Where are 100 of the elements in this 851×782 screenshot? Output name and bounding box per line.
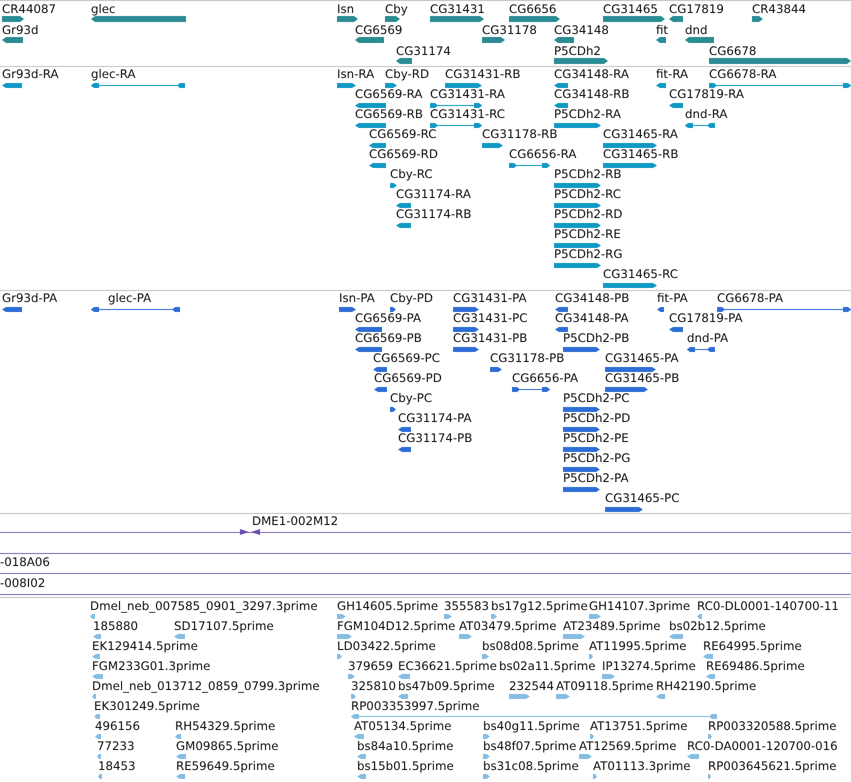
feature-label: 325810: [351, 680, 396, 693]
feature-label: P5CDh2-PE: [563, 432, 629, 445]
feature-label: CG17819-PA: [669, 312, 743, 325]
feature-label: bs02b12.5prime: [669, 620, 766, 633]
feature-label: CG31465-PA: [605, 352, 679, 365]
feature-label: RH42190.5prime: [656, 680, 756, 693]
feature-label: CG31431-PC: [453, 312, 528, 325]
feature-label: CG17819: [669, 3, 724, 16]
feature-label: glec-RA: [91, 68, 136, 81]
feature-label: CG31431-RC: [430, 108, 506, 121]
feature-label: GH14107.3prime: [589, 600, 690, 613]
feature-label: CG6656-RA: [509, 148, 576, 161]
feature-label: RC0-DL0001-140700-11: [697, 600, 839, 613]
feature-label: RE59649.5prime: [176, 760, 275, 773]
feature-label: CG31431-RB: [445, 68, 520, 81]
feature-label: RE64995.5prime: [703, 640, 802, 653]
feature-label: AT11995.5prime: [589, 640, 687, 653]
feature-label: AT03479.5prime: [459, 620, 557, 633]
feature-label: 185880: [93, 620, 138, 633]
feature-label: AT12569.5prime: [579, 740, 677, 753]
feature-label: P5CDh2-PC: [563, 392, 630, 405]
feature-label: Cby-PC: [390, 392, 432, 405]
feature-label: P5CDh2-PA: [563, 472, 629, 485]
feature-label: CR44087: [2, 3, 56, 16]
feature-label: Gr93d-RA: [2, 68, 59, 81]
feature-label: 18453: [98, 760, 136, 773]
feature-label: CG6569-RD: [369, 148, 438, 161]
feature-label: Isn: [337, 3, 354, 16]
feature-label: RP003645621.5prime: [708, 760, 836, 773]
feature-label: AT09118.5prime: [556, 680, 654, 693]
feature-label: bs40g11.5prime: [483, 720, 580, 733]
feature-label: RC0-DA0001-120700-016: [687, 740, 838, 753]
feature-label: CG31465-RB: [603, 148, 678, 161]
feature-label: LD03422.5prime: [337, 640, 436, 653]
feature-label: IP13274.5prime: [602, 660, 696, 673]
feature-label: bs48f07.5prime: [483, 740, 576, 753]
feature-label: EK301249.5prime: [94, 700, 200, 713]
feature-label: AT05134.5prime: [354, 720, 452, 733]
feature-label: -018A06: [0, 556, 50, 569]
feature-label: fit-PA: [657, 292, 688, 305]
feature-label: CG6569-RC: [369, 128, 437, 141]
feature-label: P5CDh2-RD: [554, 208, 622, 221]
feature-label: dnd-PA: [687, 332, 728, 345]
feature-label: glec-PA: [108, 292, 152, 305]
feature-label: fit: [656, 24, 668, 37]
feature-label: CR43844: [752, 3, 806, 16]
feature-label: -008I02: [0, 577, 46, 590]
feature-label: DME1-002M12: [252, 515, 338, 528]
feature-label: 77233: [97, 740, 135, 753]
feature-label: bs08d08.5prime: [482, 640, 579, 653]
feature-label: bs47b09.5prime: [398, 680, 495, 693]
feature-label: CG31174-PB: [398, 432, 472, 445]
feature-label: CG31174-RA: [396, 188, 471, 201]
feature-label: fit-RA: [656, 68, 688, 81]
feature-label: CG6569-RB: [355, 108, 423, 121]
feature-label: bs31c08.5prime: [483, 760, 579, 773]
feature-label: CG34148: [554, 24, 609, 37]
feature-label: dnd-RA: [685, 108, 728, 121]
feature-label: 355583: [444, 600, 490, 613]
feature-label: SD17107.5prime: [174, 620, 274, 633]
clone-marker: [240, 529, 260, 535]
feature-label: dnd: [685, 24, 708, 37]
feature-label: CG34148-RA: [554, 68, 629, 81]
feature-label: Cby-RC: [390, 168, 433, 181]
feature-label: AT13751.5prime: [590, 720, 688, 733]
feature-label: RP003320588.5prime: [708, 720, 836, 733]
feature-label: GH14605.5prime: [337, 600, 438, 613]
feature-label: AT01113.3prime: [593, 760, 691, 773]
feature-label: CG6569-PD: [374, 372, 442, 385]
feature-label: CG31431: [430, 3, 485, 16]
feature-label: CG31178: [482, 24, 537, 37]
feature-label: CG6569-PA: [355, 312, 422, 325]
feature-label: CG31174-PA: [398, 412, 472, 425]
feature-label: Isn-PA: [339, 292, 375, 305]
feature-label: P5CDh2-RG: [554, 248, 623, 261]
feature-label: CG17819-RA: [669, 88, 744, 101]
feature-label: FGM233G01.3prime: [92, 660, 210, 673]
feature-label: CG6678-PA: [717, 292, 784, 305]
feature-label: CG6569-PB: [355, 332, 422, 345]
feature-label: CG31431-PB: [453, 332, 528, 345]
feature-label: CG6569-RA: [355, 88, 422, 101]
feature-label: Dmel_neb_007585_0901_3297.3prime: [90, 600, 318, 613]
feature-label: CG6569: [355, 24, 402, 37]
feature-label: RH54329.5prime: [175, 720, 276, 733]
feature-label: CG6678: [709, 45, 756, 58]
feature-label: CG31178-RB: [482, 128, 558, 141]
feature-label: CG34148-PB: [555, 292, 630, 305]
feature-label: P5CDh2-PG: [563, 452, 630, 465]
feature-label: CG31178-PB: [490, 352, 564, 365]
feature-label: bs02a11.5prime: [499, 660, 596, 673]
feature-label: RP003353997.5prime: [351, 700, 480, 713]
feature-label: P5CDh2-PD: [563, 412, 630, 425]
feature-label: AT23489.5prime: [563, 620, 661, 633]
feature-label: CG31174-RB: [396, 208, 472, 221]
feature-label: P5CDh2-PB: [563, 332, 630, 345]
feature-label: Gr93d-PA: [2, 292, 58, 305]
feature-label: CG31465-PB: [605, 372, 680, 385]
feature-label: Cby-PD: [390, 292, 433, 305]
feature-label: bs15b01.5prime: [357, 760, 454, 773]
feature-label: CG6569-PC: [373, 352, 440, 365]
